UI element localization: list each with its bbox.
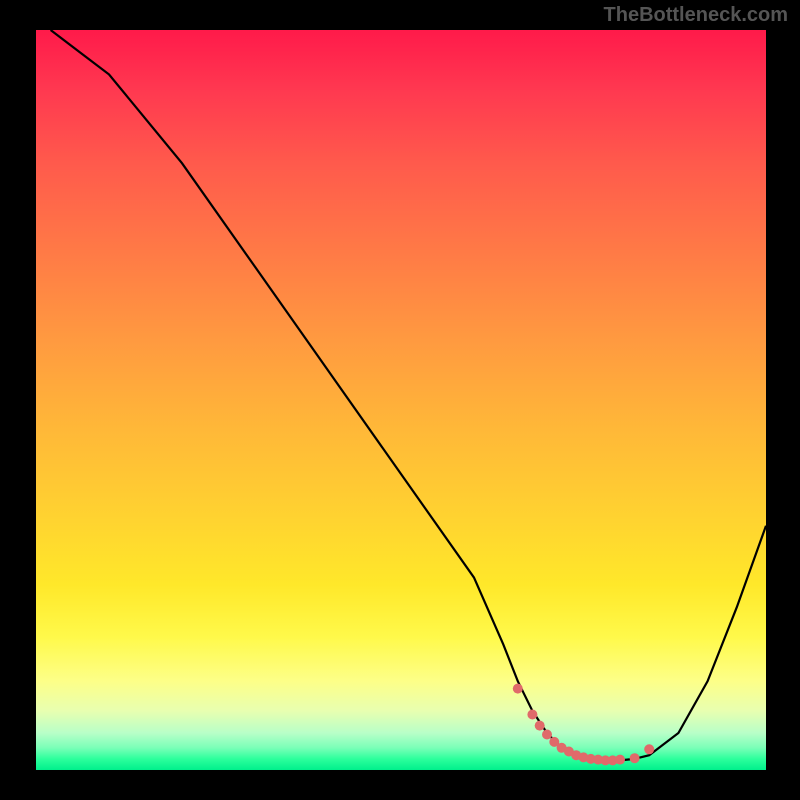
marker-dot	[527, 710, 537, 720]
watermark-text: TheBottleneck.com	[604, 4, 788, 27]
bottleneck-curve	[51, 30, 766, 760]
marker-dot	[615, 755, 625, 765]
marker-dot	[535, 721, 545, 731]
marker-dot	[644, 744, 654, 754]
marker-dot	[630, 753, 640, 763]
chart-container: TheBottleneck.com	[0, 0, 800, 800]
marker-dot	[542, 730, 552, 740]
curve-path	[51, 30, 766, 760]
chart-svg	[36, 30, 766, 770]
highlight-markers	[513, 684, 654, 766]
plot-area	[36, 30, 766, 770]
marker-dot	[513, 684, 523, 694]
